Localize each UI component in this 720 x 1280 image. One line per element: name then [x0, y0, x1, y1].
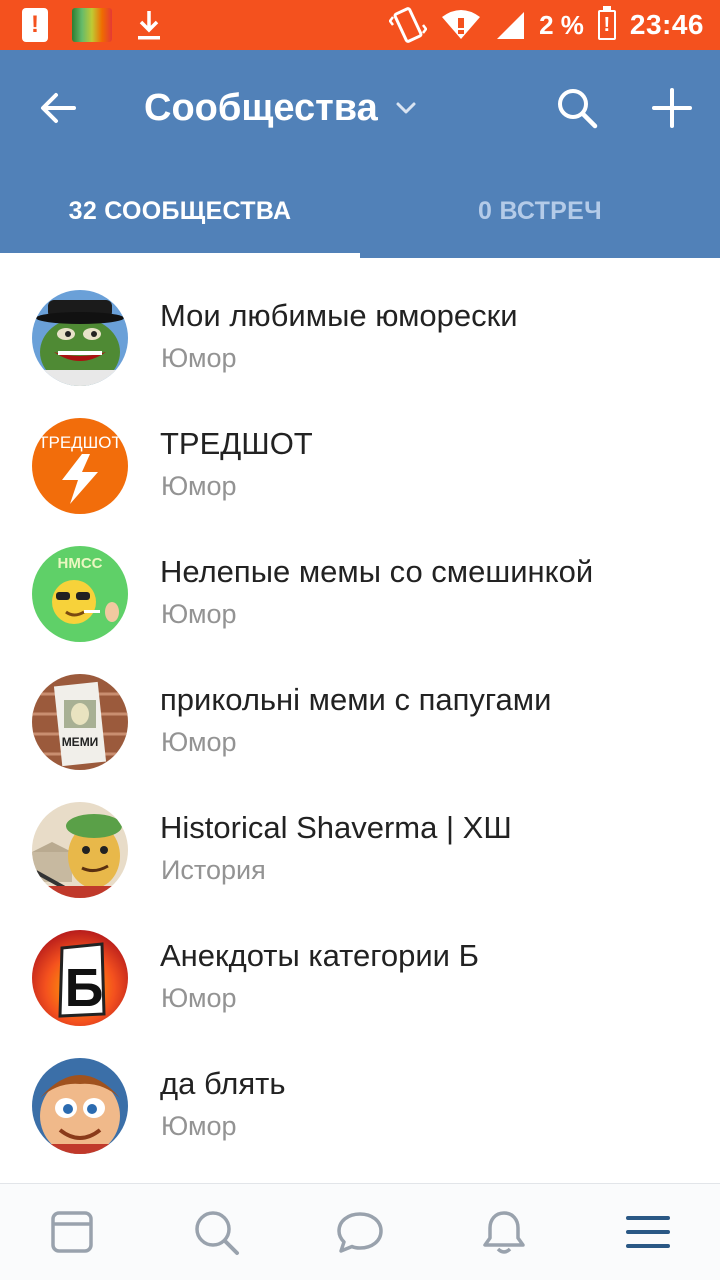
community-name: ТРЕДШОТ — [160, 426, 313, 461]
back-arrow-icon[interactable] — [36, 86, 80, 130]
parrot-logo-text: МЕМИ — [62, 735, 99, 749]
tab-events[interactable]: 0 ВСТРЕЧ — [360, 188, 720, 258]
bottom-navigation — [0, 1183, 720, 1280]
app-header: Сообщества 32 СООБЩЕСТВА 0 ВСТРЕЧ — [0, 50, 720, 258]
messages-icon[interactable] — [336, 1208, 384, 1256]
news-icon[interactable] — [48, 1208, 96, 1256]
status-bar: ! 2 % 23:46 — [0, 0, 720, 50]
community-name: Historical Shaverma | ХШ — [160, 810, 512, 845]
community-category: Юмор — [161, 727, 237, 757]
alert-icon: ! — [22, 8, 48, 42]
community-category: Юмор — [161, 599, 237, 629]
search-icon[interactable] — [555, 86, 599, 130]
chevron-down-icon[interactable] — [394, 98, 418, 118]
wifi-icon — [442, 10, 481, 39]
community-name: да блять — [160, 1066, 286, 1101]
nmss-logo-text: НМСС — [58, 555, 103, 572]
community-name: Анекдоты категории Б — [160, 938, 479, 973]
anekdoty-avatar: Б — [32, 930, 128, 1026]
pepe-avatar — [32, 290, 128, 386]
cartoon-boy-avatar — [32, 1058, 128, 1154]
clock: 23:46 — [629, 9, 704, 40]
list-item[interactable]: Historical Shaverma | ХШ История — [0, 770, 720, 898]
nmss-avatar: НМСС — [32, 546, 128, 642]
community-category: Юмор — [161, 343, 237, 373]
list-item[interactable]: МЕМИ прикольні меми с папугами Юмор — [0, 642, 720, 770]
community-category: История — [161, 855, 266, 885]
list-item[interactable]: Мои любимые юморески Юмор — [0, 258, 720, 386]
tab-events-label: 0 ВСТРЕЧ — [478, 197, 602, 225]
battery-icon — [597, 6, 616, 40]
anekdoty-logo-text: Б — [65, 958, 104, 1018]
tredshot-avatar: ТРЕДШОТ — [32, 418, 128, 514]
battery-percent: 2 % — [539, 9, 584, 40]
menu-icon[interactable] — [624, 1208, 672, 1256]
tredshot-logo-text: ТРЕДШОТ — [38, 433, 122, 452]
community-name: прикольні меми с папугами — [160, 682, 552, 717]
community-name: Мои любимые юморески — [160, 298, 518, 333]
page-title[interactable]: Сообщества — [144, 84, 378, 132]
list-item[interactable]: ТРЕДШОТ ТРЕДШОТ Юмор — [0, 386, 720, 514]
tab-bar: 32 СООБЩЕСТВА 0 ВСТРЕЧ — [0, 188, 720, 258]
signal-icon — [497, 12, 525, 39]
vibrate-icon — [389, 7, 428, 43]
search-icon[interactable] — [192, 1208, 240, 1256]
download-icon — [138, 11, 160, 40]
community-category: Юмор — [161, 1111, 237, 1141]
community-category: Юмор — [161, 471, 237, 501]
communities-list: Мои любимые юморески Юмор ТРЕДШОТ ТРЕДШО… — [0, 258, 720, 1154]
parrot-avatar: МЕМИ — [32, 674, 128, 770]
avast-icon — [72, 8, 112, 42]
list-item[interactable]: Б Анекдоты категории Б Юмор — [0, 898, 720, 1026]
tab-communities[interactable]: 32 СООБЩЕСТВА — [0, 188, 360, 258]
shaverma-avatar — [32, 802, 128, 898]
community-category: Юмор — [161, 983, 237, 1013]
tab-communities-label: 32 СООБЩЕСТВА — [68, 197, 292, 225]
plus-icon[interactable] — [650, 86, 694, 130]
list-item[interactable]: да блять Юмор — [0, 1026, 720, 1154]
list-item[interactable]: НМСС Нелепые мемы со смешинкой Юмор — [0, 514, 720, 642]
community-name: Нелепые мемы со смешинкой — [160, 554, 594, 589]
notifications-icon[interactable] — [480, 1208, 528, 1256]
